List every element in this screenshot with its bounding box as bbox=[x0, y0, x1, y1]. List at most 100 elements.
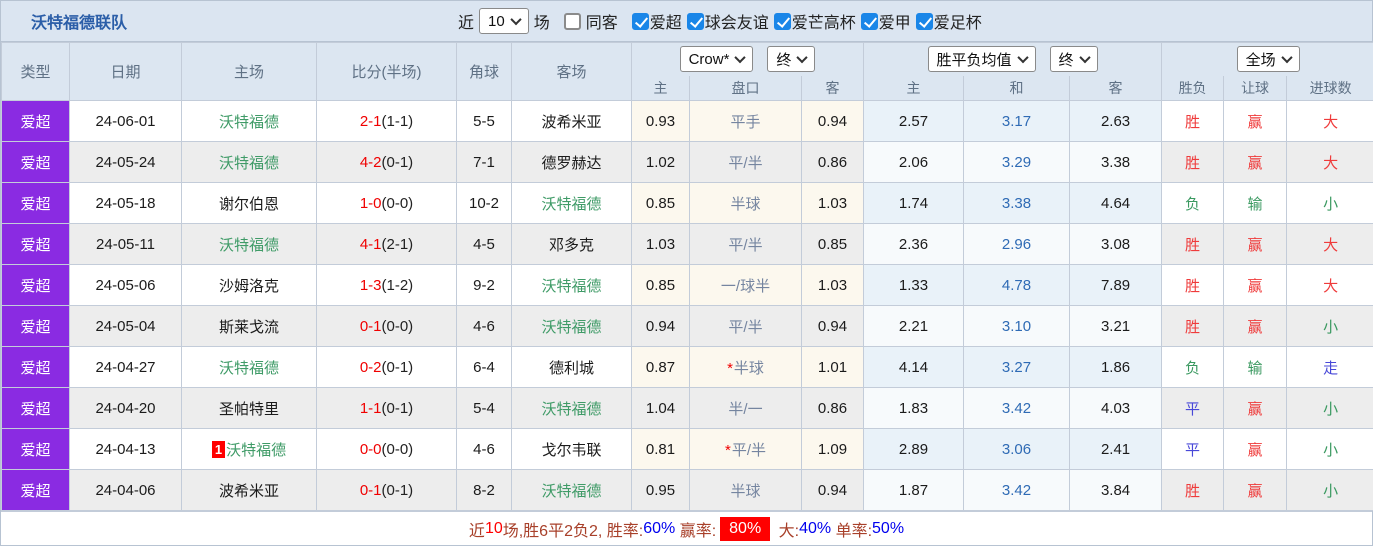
summary-segment: 40% bbox=[799, 519, 832, 537]
league-cell: 爱超 bbox=[1, 469, 70, 511]
sub-header-goals: 进球数 bbox=[1286, 75, 1373, 101]
league-filter-label: 爱芒高杯 bbox=[791, 15, 856, 32]
home-cell: 沃特福德 bbox=[181, 100, 317, 142]
score-cell: 1-1(0-1) bbox=[316, 387, 457, 429]
handicap-value: 半球 bbox=[733, 359, 764, 377]
home-team-name: 沙姆洛克 bbox=[218, 277, 279, 295]
odds-company-select[interactable]: Crow* bbox=[679, 46, 754, 73]
home-team-name: 沃特福德 bbox=[226, 441, 287, 459]
sub-header-wdl: 胜负 bbox=[1161, 75, 1225, 101]
table-row: 爱超 24-06-01 沃特福德 2-1(1-1) 5-5 波希米亚 0.93 … bbox=[1, 100, 1373, 142]
away-team-name: 沃特福德 bbox=[541, 195, 602, 213]
full-time-score: 0-1 bbox=[359, 317, 382, 335]
full-time-score: 1-1 bbox=[359, 399, 382, 417]
wdl-cell: 平 bbox=[1161, 387, 1225, 429]
full-time-score: 0-0 bbox=[359, 440, 382, 458]
mean-away-cell: 4.64 bbox=[1069, 182, 1163, 224]
away-team-name: 邓多克 bbox=[548, 236, 594, 254]
wdl-cell: 胜 bbox=[1161, 100, 1225, 142]
mean-home-cell: 4.14 bbox=[863, 346, 965, 388]
home-team-name: 谢尔伯恩 bbox=[218, 195, 279, 213]
handicap-value: 平/半 bbox=[728, 236, 763, 254]
full-time-score: 0-1 bbox=[359, 481, 382, 499]
crow-home-odds-cell: 0.85 bbox=[631, 264, 690, 306]
home-cell: 沃特福德 bbox=[181, 141, 317, 183]
sub-header-mean-home: 主 bbox=[863, 75, 965, 101]
changed-odds-star-icon: * bbox=[727, 359, 733, 377]
league-checkbox[interactable] bbox=[773, 12, 791, 30]
away-cell: 沃特福德 bbox=[511, 182, 632, 224]
let-cell: 赢 bbox=[1223, 469, 1288, 511]
handicap-cell: 平手 bbox=[689, 100, 802, 142]
mean-draw-cell: 3.27 bbox=[963, 346, 1071, 388]
mean-away-cell: 3.84 bbox=[1069, 469, 1163, 511]
home-cell: 沃特福德 bbox=[181, 346, 317, 388]
team-title: 沃特福德联队 bbox=[31, 15, 128, 32]
period-select[interactable]: 全场 bbox=[1236, 46, 1300, 73]
home-team-name: 沃特福德 bbox=[218, 113, 279, 131]
league-checkbox[interactable] bbox=[915, 12, 933, 30]
crow-away-odds-cell: 0.94 bbox=[800, 305, 865, 347]
mean-type-select[interactable]: 胜平负均值 bbox=[927, 46, 1036, 73]
let-cell: 赢 bbox=[1223, 428, 1288, 470]
date-cell: 24-04-20 bbox=[69, 387, 182, 429]
handicap-value: 半/一 bbox=[728, 400, 763, 418]
table-row: 爱超 24-05-11 沃特福德 4-1(2-1) 4-5 邓多克 1.03 平… bbox=[1, 223, 1373, 265]
corner-cell: 5-4 bbox=[456, 387, 512, 429]
summary-bar: 近 10 场,胜6平2负2, 胜率: 60% 赢率: 80% 大: 40% 单率: 50% bbox=[1, 511, 1372, 545]
date-cell: 24-05-11 bbox=[69, 223, 182, 265]
goals-cell: 大 bbox=[1286, 264, 1373, 306]
summary-segment: 近 bbox=[468, 522, 485, 540]
league-checkbox[interactable] bbox=[686, 12, 704, 30]
date-cell: 24-04-27 bbox=[69, 346, 182, 388]
crow-home-odds-cell: 0.94 bbox=[631, 305, 690, 347]
away-cell: 沃特福德 bbox=[511, 264, 632, 306]
away-cell: 波希米亚 bbox=[511, 100, 632, 142]
same-opponent-checkbox[interactable] bbox=[563, 12, 581, 30]
filter-controls: 近 10 场 同客 爱超 球会友谊 爱芒高杯 爱甲 爱足杯 bbox=[458, 8, 982, 34]
away-cell: 戈尔韦联 bbox=[511, 428, 632, 470]
score-cell: 4-2(0-1) bbox=[316, 141, 457, 183]
handicap-cell: 半球 bbox=[689, 182, 802, 224]
date-cell: 24-06-01 bbox=[69, 100, 182, 142]
league-cell: 爱超 bbox=[1, 100, 70, 142]
away-team-name: 波希米亚 bbox=[541, 113, 602, 131]
odds-final-select[interactable]: 终 bbox=[767, 46, 816, 73]
let-cell: 赢 bbox=[1223, 141, 1288, 183]
score-cell: 0-2(0-1) bbox=[316, 346, 457, 388]
handicap-cell: 平/半 bbox=[689, 305, 802, 347]
mean-away-cell: 3.08 bbox=[1069, 223, 1163, 265]
mean-final-select[interactable]: 终 bbox=[1049, 46, 1098, 73]
away-cell: 德罗赫达 bbox=[511, 141, 632, 183]
mean-home-cell: 1.74 bbox=[863, 182, 965, 224]
full-time-score: 0-2 bbox=[359, 358, 382, 376]
table-row: 爱超 24-05-18 谢尔伯恩 1-0(0-0) 10-2 沃特福德 0.85… bbox=[1, 182, 1373, 224]
home-cell: 斯莱戈流 bbox=[181, 305, 317, 347]
goals-cell: 小 bbox=[1286, 469, 1373, 511]
crow-home-odds-cell: 0.85 bbox=[631, 182, 690, 224]
handicap-cell: 半球 bbox=[689, 469, 802, 511]
table-row: 爱超 24-05-24 沃特福德 4-2(0-1) 7-1 德罗赫达 1.02 … bbox=[1, 141, 1373, 183]
crow-home-odds-cell: 0.87 bbox=[631, 346, 690, 388]
crow-away-odds-cell: 1.01 bbox=[800, 346, 865, 388]
result-group-header: 全场 bbox=[1161, 42, 1373, 76]
half-time-score: (0-0) bbox=[381, 440, 414, 458]
rank-badge: 1 bbox=[211, 440, 226, 458]
summary-segment: 80% bbox=[720, 516, 771, 541]
away-team-name: 沃特福德 bbox=[541, 318, 602, 336]
home-team-name: 波希米亚 bbox=[218, 482, 279, 500]
league-checkbox[interactable] bbox=[631, 12, 649, 30]
period-value: 全场 bbox=[1245, 51, 1276, 69]
half-time-score: (0-1) bbox=[381, 399, 414, 417]
wdl-cell: 胜 bbox=[1161, 264, 1225, 306]
sub-header-mean-away: 客 bbox=[1069, 75, 1163, 101]
recent-count-select[interactable]: 10 bbox=[479, 8, 529, 34]
crow-away-odds-cell: 0.86 bbox=[800, 387, 865, 429]
home-cell: 圣帕特里 bbox=[181, 387, 317, 429]
date-cell: 24-04-06 bbox=[69, 469, 182, 511]
mean-away-cell: 7.89 bbox=[1069, 264, 1163, 306]
away-cell: 沃特福德 bbox=[511, 469, 632, 511]
chevron-down-icon bbox=[1016, 52, 1029, 64]
date-cell: 24-05-18 bbox=[69, 182, 182, 224]
league-checkbox[interactable] bbox=[860, 12, 878, 30]
